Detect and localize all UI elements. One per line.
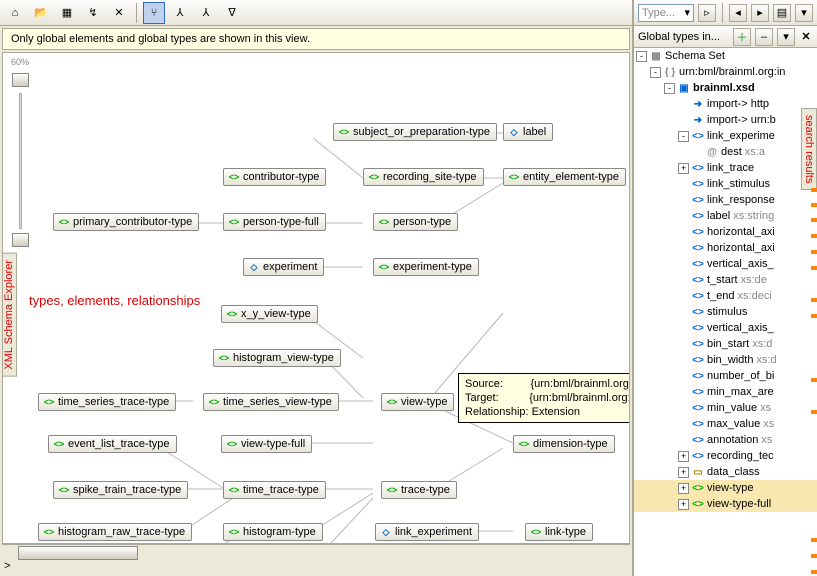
tree-file[interactable]: -▣brainml.xsd [634, 80, 817, 96]
node-link-type[interactable]: <>link-type [525, 523, 593, 541]
tree-minmax[interactable]: <>min_max_are [634, 384, 817, 400]
tool-icon[interactable]: ↯ [82, 2, 104, 24]
node-histogram[interactable]: <>histogram-type [223, 523, 323, 541]
tree-dclass[interactable]: +▭data_class [634, 464, 817, 480]
open-icon[interactable]: 📂 [30, 2, 52, 24]
tree-link-exp[interactable]: -<>link_experime [634, 128, 817, 144]
tree-import2[interactable]: ➜import-> urn:b [634, 112, 817, 128]
diagram-annotation: types, elements, relationships [29, 293, 200, 308]
tree-import1[interactable]: ➜import-> http [634, 96, 817, 112]
node-experiment-type[interactable]: <>experiment-type [373, 258, 479, 276]
tree-link-trace[interactable]: +<>link_trace [634, 160, 817, 176]
home-icon[interactable]: ⌂ [4, 2, 26, 24]
info-bar: Only global elements and global types ar… [2, 28, 630, 50]
tree-tstart[interactable]: <>t_startxs:de [634, 272, 817, 288]
tree-tend[interactable]: <>t_endxs:deci [634, 288, 817, 304]
min-icon[interactable]: ‒ [755, 28, 773, 46]
node-ts-view[interactable]: <>time_series_view-type [203, 393, 339, 411]
explorer-title: Global types in... [638, 31, 729, 43]
tree-annot[interactable]: <>annotationxs [634, 432, 817, 448]
node-person[interactable]: <>person-type [373, 213, 458, 231]
tree-root[interactable]: -▦Schema Set [634, 48, 817, 64]
schema-tree[interactable]: search results -▦Schema Set -{ }urn:bml/… [634, 48, 817, 576]
node-spike-train[interactable]: <>spike_train_trace-type [53, 481, 188, 499]
tree-binwidth[interactable]: <>bin_widthxs:d [634, 352, 817, 368]
node-entity-element[interactable]: <>entity_element-type [503, 168, 626, 186]
tree-link-stim[interactable]: <>link_stimulus [634, 176, 817, 192]
select-icon[interactable]: ▦ [56, 2, 78, 24]
branch2-icon[interactable]: ⅄ [195, 2, 217, 24]
tree-ns[interactable]: -{ }urn:bml/brainml.org:in [634, 64, 817, 80]
tree-vaxi2[interactable]: <>vertical_axis_ [634, 320, 817, 336]
node-dimension[interactable]: <>dimension-type [513, 435, 615, 453]
tree-nbins[interactable]: <>number_of_bi [634, 368, 817, 384]
status-bar: > [0, 560, 632, 576]
diagram-canvas[interactable]: 60% <>subject_or_preparation-type ◇label… [2, 52, 630, 544]
node-label[interactable]: ◇label [503, 123, 553, 141]
node-time-trace[interactable]: <>time_trace-type [223, 481, 326, 499]
sidebar-toolbar: Type...▾ ▹ ◂ ▸ ▤ ▾ [634, 0, 817, 26]
explorer-header: Global types in... ＋ ‒ ▾ ✕ [634, 26, 817, 48]
branch1-icon[interactable]: ⅄ [169, 2, 191, 24]
tree-link-resp[interactable]: <>link_response [634, 192, 817, 208]
explorer-tab[interactable]: XML Schema Explorer [2, 253, 17, 377]
node-view-type[interactable]: <>view-type [381, 393, 454, 411]
tree-haxi1[interactable]: <>horizontal_axi [634, 224, 817, 240]
tree-binstart[interactable]: <>bin_startxs:d [634, 336, 817, 352]
node-event-list[interactable]: <>event_list_trace-type [48, 435, 177, 453]
node-primary-contributor[interactable]: <>primary_contributor-type [53, 213, 199, 231]
tree-haxi2[interactable]: <>horizontal_axi [634, 240, 817, 256]
node-view-full[interactable]: <>view-type-full [221, 435, 312, 453]
search-go-icon[interactable]: ▹ [698, 4, 716, 22]
tree-minval[interactable]: <>min_valuexs [634, 400, 817, 416]
close-icon[interactable]: ✕ [799, 30, 813, 43]
tree-dest[interactable]: @destxs:a [634, 144, 817, 160]
tree-view-type-full[interactable]: +<>view-type-full [634, 496, 817, 512]
node-ts-trace[interactable]: <>time_series_trace-type [38, 393, 176, 411]
hierarchy-icon[interactable]: ⑂ [143, 2, 165, 24]
filter-icon[interactable]: ∇ [221, 2, 243, 24]
main-toolbar: ⌂ 📂 ▦ ↯ ✕ ⑂ ⅄ ⅄ ∇ [0, 0, 632, 26]
nav-back-icon[interactable]: ◂ [729, 4, 747, 22]
node-link-exp[interactable]: ◇link_experiment [375, 523, 479, 541]
node-experiment[interactable]: ◇experiment [243, 258, 324, 276]
tree-stim[interactable]: <>stimulus [634, 304, 817, 320]
node-recording-site[interactable]: <>recording_site-type [363, 168, 484, 186]
node-xy-view[interactable]: <>x_y_view-type [221, 305, 318, 323]
dd-icon[interactable]: ▾ [777, 28, 795, 46]
tree-maxval[interactable]: <>max_valuexs [634, 416, 817, 432]
tree-vaxi1[interactable]: <>vertical_axis_ [634, 256, 817, 272]
tree-rectec[interactable]: +<>recording_tec [634, 448, 817, 464]
tree-label[interactable]: <>labelxs:string [634, 208, 817, 224]
tree-view-type[interactable]: +<>view-type [634, 480, 817, 496]
node-subject-prep[interactable]: <>subject_or_preparation-type [333, 123, 497, 141]
node-hist-raw[interactable]: <>histogram_raw_trace-type [38, 523, 192, 541]
node-histogram-view[interactable]: <>histogram_view-type [213, 349, 341, 367]
type-search-input[interactable]: Type...▾ [638, 4, 694, 22]
node-trace-type[interactable]: <>trace-type [381, 481, 457, 499]
delete-icon[interactable]: ✕ [108, 2, 130, 24]
settings-icon[interactable]: ▾ [795, 4, 813, 22]
node-person-full[interactable]: <>person-type-full [223, 213, 326, 231]
relationship-tooltip: Source: {urn:bml/brainml.org:internal/Br… [458, 373, 630, 423]
add-icon[interactable]: ＋ [733, 28, 751, 46]
nav-fwd-icon[interactable]: ▸ [751, 4, 769, 22]
node-contributor[interactable]: <>contributor-type [223, 168, 326, 186]
clipboard-icon[interactable]: ▤ [773, 4, 791, 22]
h-scrollbar[interactable] [2, 544, 630, 560]
